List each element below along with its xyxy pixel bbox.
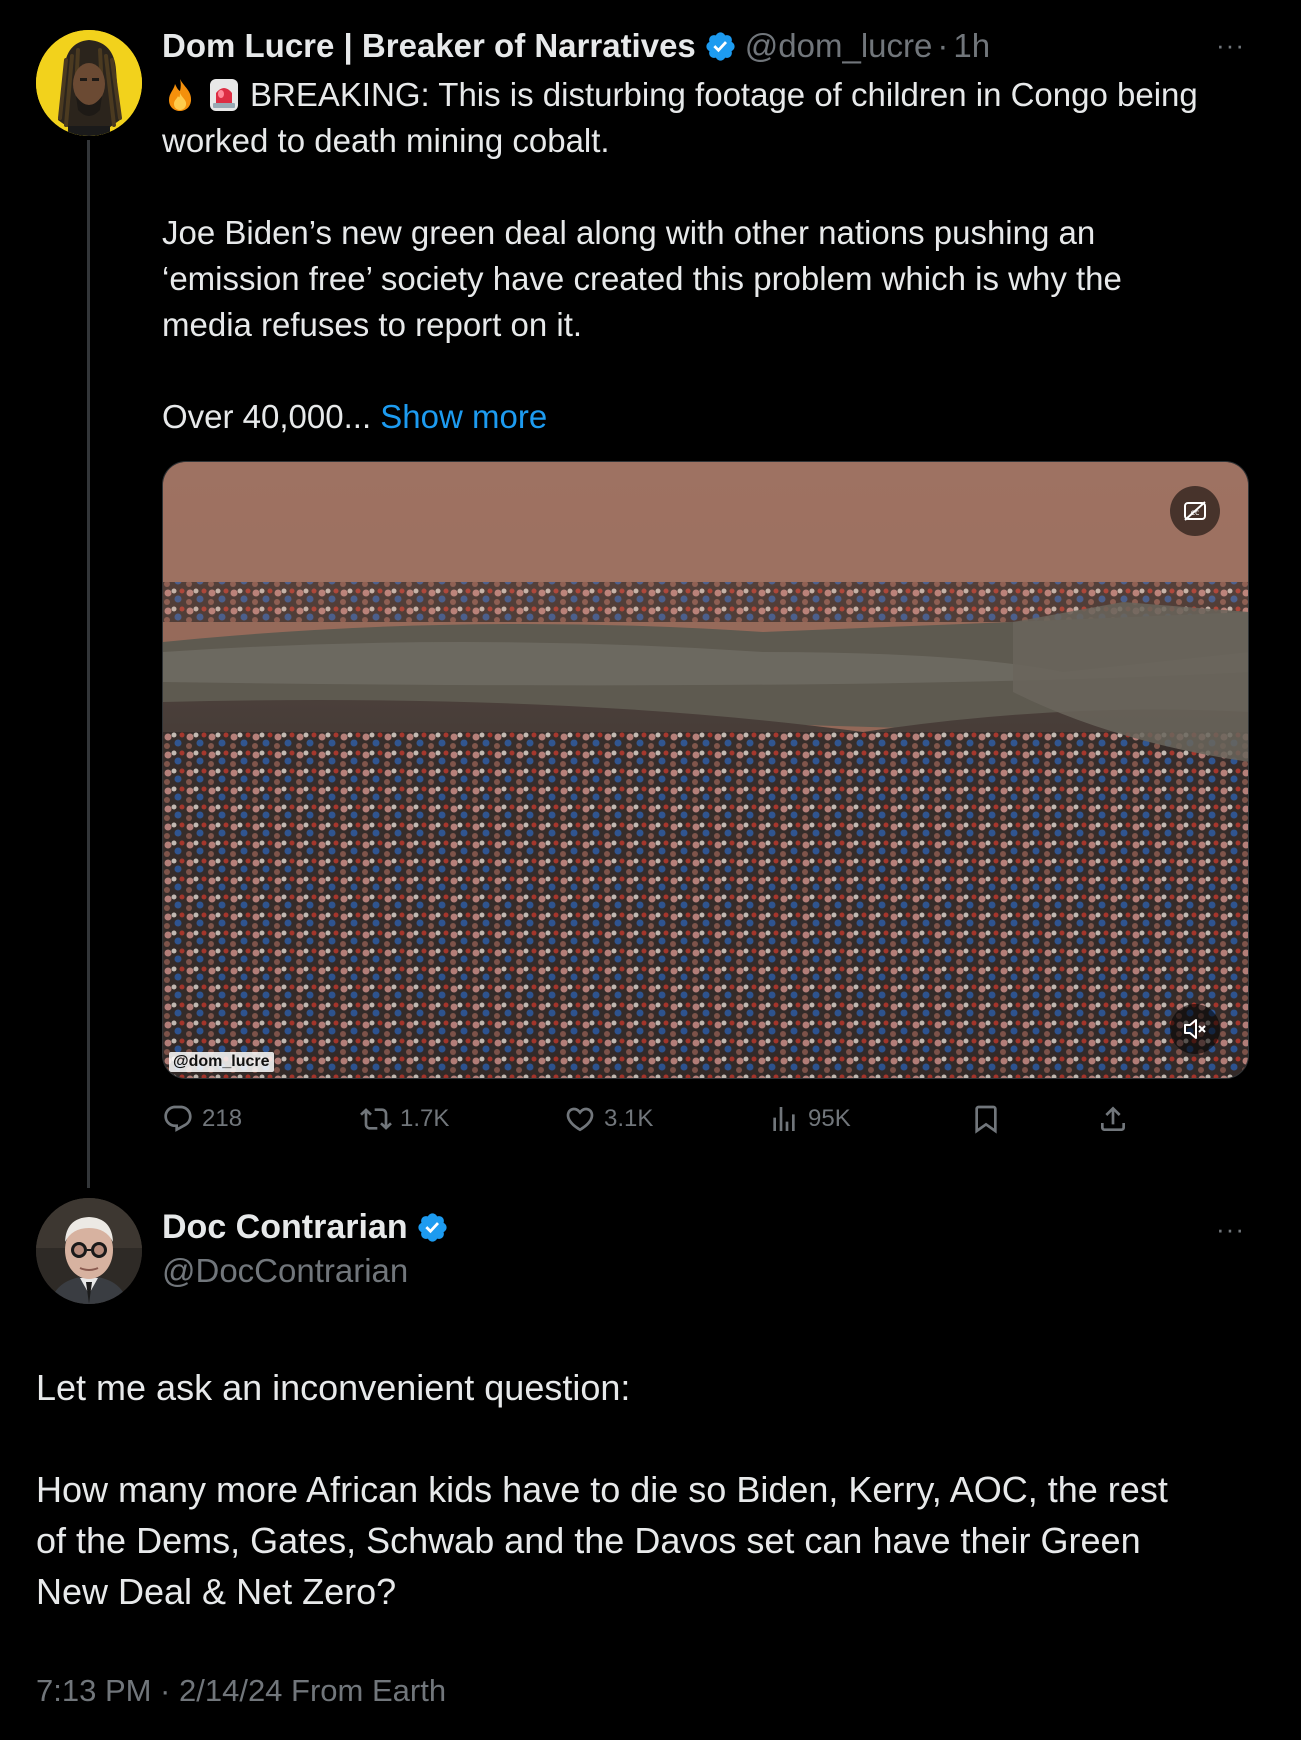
more-options-icon[interactable]: ··· (1216, 1214, 1245, 1245)
tweet-text-line-1: BREAKING: This is disturbing footage of … (250, 76, 1198, 113)
tweet2-text-para2-line2: of the Dems, Gates, Schwab and the Davos… (36, 1520, 1141, 1561)
reply-button[interactable]: 218 (162, 1097, 242, 1141)
author-name[interactable]: Doc Contrarian (162, 1208, 408, 1247)
tweet-text-truncated: Over 40,000... (162, 398, 372, 435)
avatar-doc-contrarian[interactable] (36, 1198, 142, 1304)
author-handle[interactable]: @dom_lucre (745, 27, 933, 65)
tweet-action-bar: 218 1.7K 3.1K 95K (162, 1097, 1142, 1141)
tweet2-text: Let me ask an inconvenient question: How… (36, 1362, 1276, 1617)
tweet2-text-para1: Let me ask an inconvenient question: (36, 1367, 631, 1408)
tweet-text-para2-line-2: ‘emission free’ society have created thi… (162, 260, 1122, 297)
view-count: 95K (808, 1105, 851, 1132)
captions-button[interactable]: cc (1170, 486, 1220, 536)
video-player[interactable]: cc @dom_lucre (162, 461, 1249, 1079)
reply-count: 218 (202, 1105, 243, 1132)
views-button[interactable]: 95K (768, 1097, 851, 1141)
captions-off-icon: cc (1184, 501, 1206, 521)
like-count: 3.1K (604, 1105, 654, 1132)
tweet-text: BREAKING: This is disturbing footage of … (162, 72, 1262, 440)
fire-emoji-icon (169, 79, 192, 111)
like-button[interactable]: 3.1K (564, 1097, 653, 1141)
verified-badge-icon (706, 31, 735, 61)
avatar-dom-lucre[interactable] (36, 30, 142, 136)
police-light-emoji-icon (210, 79, 238, 111)
repost-count: 1.7K (400, 1105, 450, 1132)
repost-icon (360, 1108, 392, 1130)
separator-dot: · (937, 27, 949, 64)
tweet-text-line-2: worked to death mining cobalt. (162, 122, 610, 159)
share-icon (1101, 1106, 1125, 1131)
reply-icon (164, 1105, 192, 1132)
tweet-header: Dom Lucre | Breaker of Narratives @dom_l… (162, 26, 990, 66)
tweet-text-para2-line-3: media refuses to report on it. (162, 306, 583, 343)
video-watermark: @dom_lucre (169, 1052, 274, 1072)
thread-connector-line (87, 140, 90, 1188)
tweet2-text-para2-line3: New Deal & Net Zero? (36, 1571, 397, 1612)
post-timestamp[interactable]: 7:13 PM · 2/14/24 From Earth (36, 1673, 446, 1709)
volume-muted-icon (1184, 1019, 1206, 1039)
bookmark-icon (975, 1105, 997, 1134)
tweet2-text-para2-line1: How many more African kids have to die s… (36, 1469, 1168, 1510)
video-frame (163, 462, 1248, 1078)
show-more-link[interactable]: Show more (380, 398, 547, 435)
more-options-icon[interactable]: ··· (1216, 30, 1245, 61)
author-handle[interactable]: @DocContrarian (162, 1252, 408, 1290)
bookmark-button[interactable] (970, 1097, 1010, 1141)
tweet2-header: Doc Contrarian (162, 1208, 457, 1247)
views-chart-icon (773, 1107, 795, 1131)
tweet-text-para2-line-1: Joe Biden’s new green deal along with ot… (162, 214, 1096, 251)
share-button[interactable] (1097, 1097, 1137, 1141)
post-time[interactable]: 1h (953, 27, 990, 65)
repost-button[interactable]: 1.7K (360, 1097, 449, 1141)
verified-badge-icon (418, 1213, 447, 1242)
mute-button[interactable] (1170, 1004, 1220, 1054)
author-name[interactable]: Dom Lucre | Breaker of Narratives (162, 27, 696, 65)
heart-icon (566, 1107, 594, 1132)
